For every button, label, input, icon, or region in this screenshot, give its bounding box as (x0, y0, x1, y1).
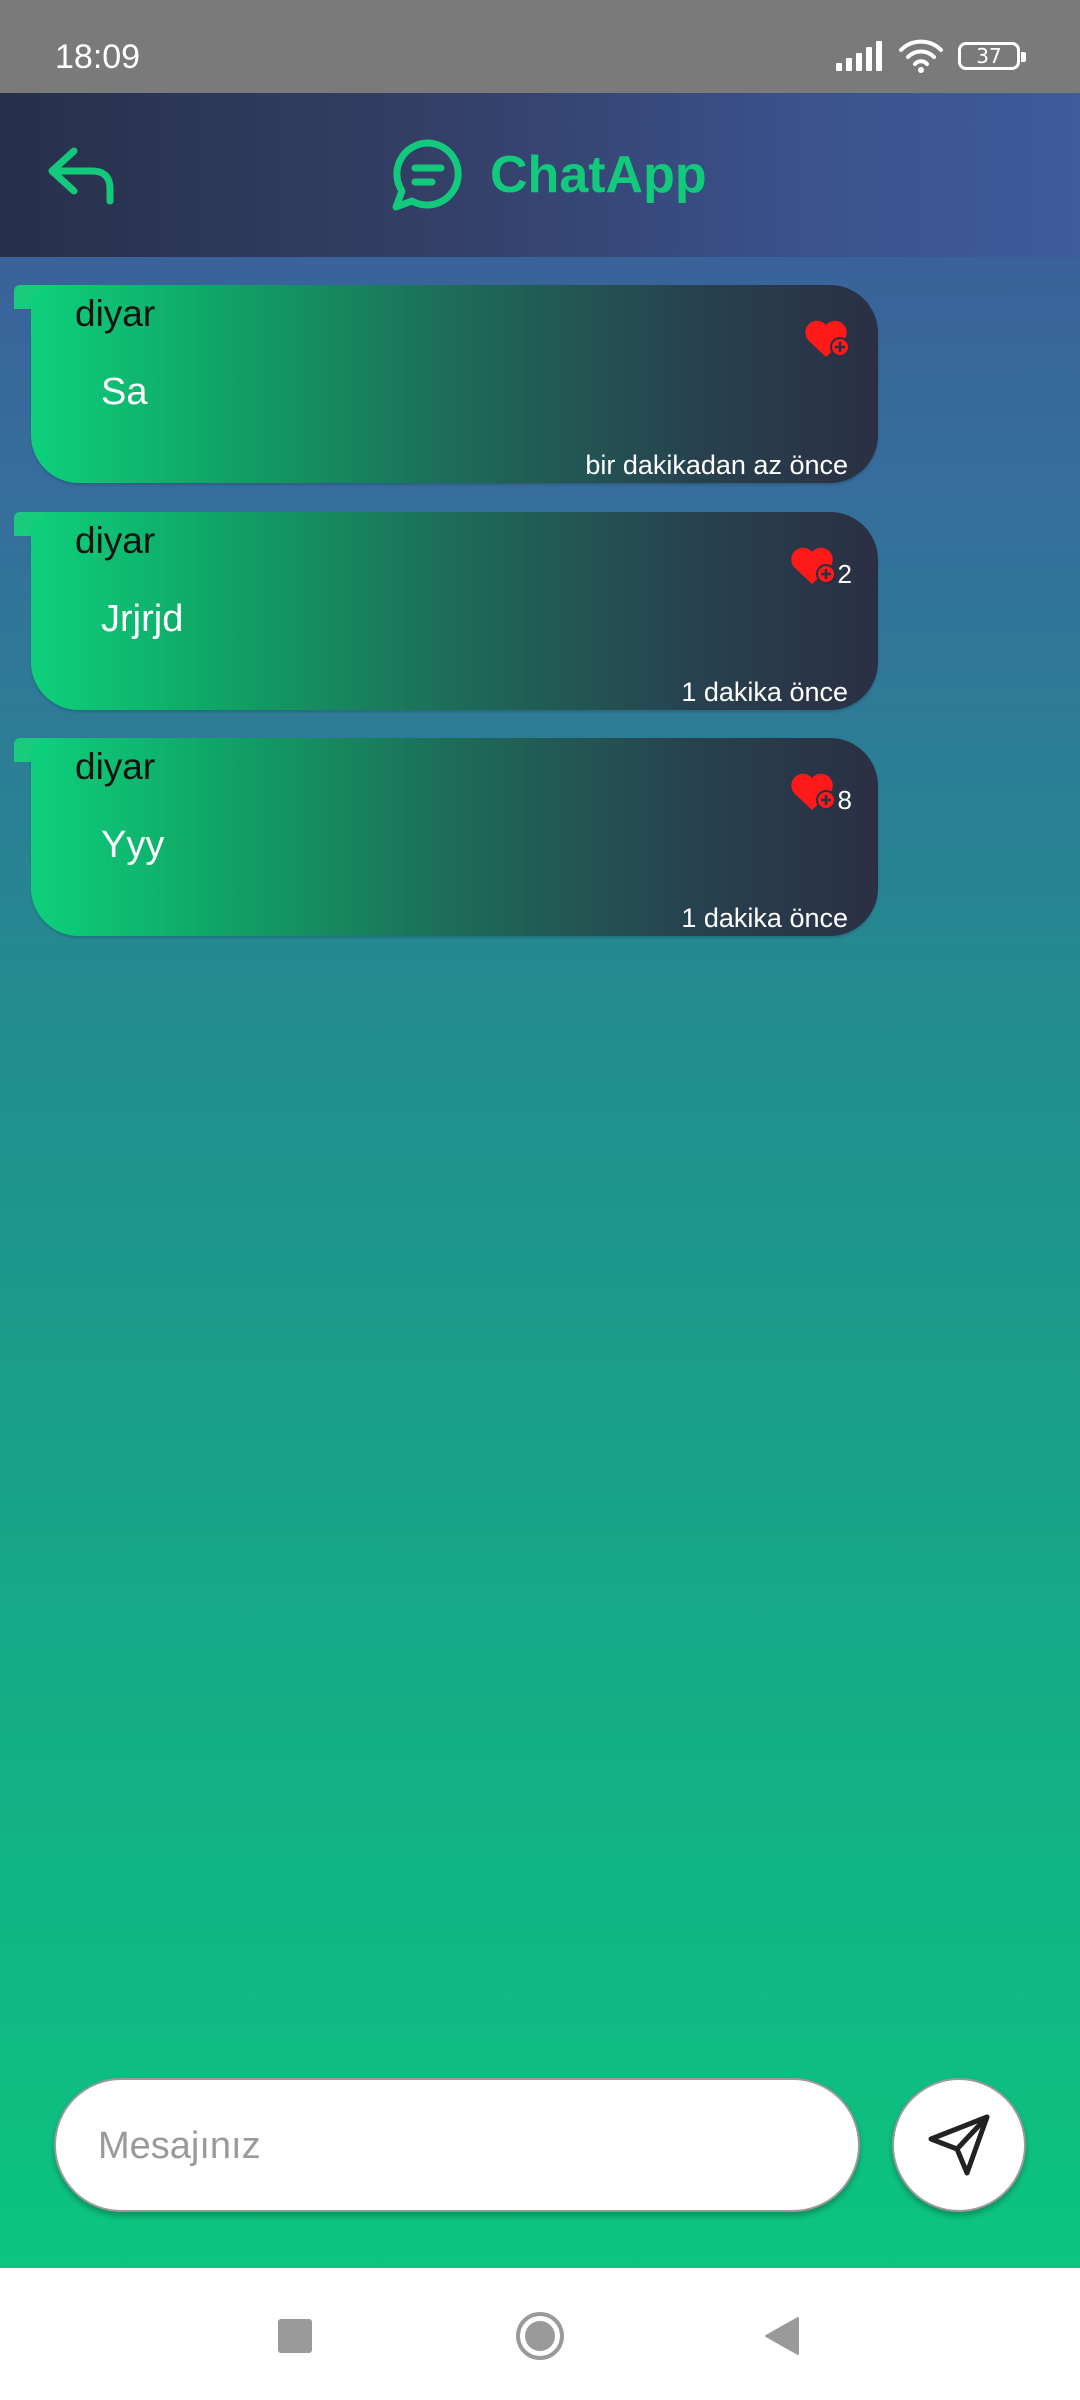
message-time: 1 dakika önce (681, 677, 848, 707)
message-composer (54, 2078, 860, 2212)
like-count: 8 (837, 785, 852, 815)
chat-bubble-icon (392, 139, 462, 211)
nav-back-button[interactable] (752, 2306, 812, 2366)
message-item[interactable]: diyar Sa bir dakikadan az önce (14, 285, 878, 483)
message-item[interactable]: diyar Jrjrjd 2 1 dakika önce (14, 512, 878, 710)
status-icons: 37 (834, 39, 1026, 73)
message-item[interactable]: diyar Yyy 8 1 dakika önce (14, 738, 878, 936)
wifi-icon (899, 39, 943, 73)
heart-add-icon (790, 547, 836, 584)
back-arrow-icon (48, 147, 114, 205)
message-username: diyar (75, 293, 156, 334)
message-input[interactable] (96, 2080, 820, 2212)
chat-screen: ChatApp diyar Sa bir dakikadan az önce d… (0, 93, 1080, 2268)
home-button[interactable] (510, 2306, 570, 2366)
app-bar: ChatApp (0, 93, 1080, 257)
brand: ChatApp (390, 137, 707, 213)
recents-button[interactable] (265, 2306, 325, 2366)
message-text: Sa (101, 371, 148, 413)
message-bubble: diyar Sa bir dakikadan az önce (31, 285, 878, 483)
like-count: 2 (837, 559, 852, 589)
signal-icon (836, 41, 882, 71)
like-button[interactable] (802, 315, 852, 361)
heart-add-icon (790, 773, 836, 810)
back-triangle-icon (765, 2317, 799, 2355)
message-bubble: diyar Jrjrjd 2 1 dakika önce (31, 512, 878, 710)
status-bar: 18:09 37 (0, 0, 1080, 93)
message-username: diyar (75, 520, 156, 561)
send-button[interactable] (892, 2078, 1026, 2212)
home-circle-icon (516, 2312, 564, 2360)
message-time: 1 dakika önce (681, 903, 848, 933)
message-bubble: diyar Yyy 8 1 dakika önce (31, 738, 878, 936)
battery-level: 37 (976, 44, 1002, 68)
message-username: diyar (75, 746, 156, 787)
send-icon (928, 2114, 990, 2176)
like-button[interactable]: 8 (788, 768, 852, 815)
system-nav-bar (0, 2268, 1080, 2400)
heart-add-icon (805, 320, 850, 357)
back-button[interactable] (44, 143, 124, 209)
message-text: Yyy (101, 824, 165, 866)
like-button[interactable]: 2 (788, 542, 852, 589)
app-title: ChatApp (490, 146, 707, 204)
battery-icon: 37 (958, 42, 1026, 70)
message-time: bir dakikadan az önce (585, 450, 848, 480)
recents-square-icon (278, 2319, 312, 2353)
message-text: Jrjrjd (101, 598, 184, 640)
status-time: 18:09 (55, 38, 141, 76)
